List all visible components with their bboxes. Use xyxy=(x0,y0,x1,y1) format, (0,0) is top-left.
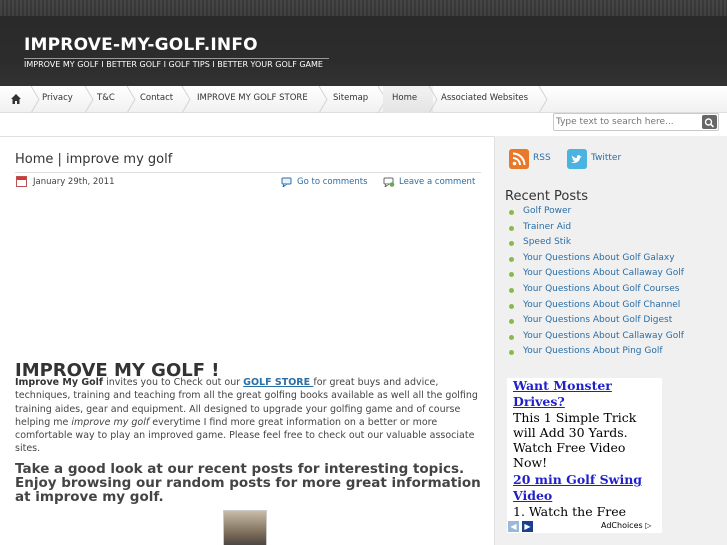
nav-item-sitemap[interactable]: Sitemap xyxy=(329,86,372,113)
ad-next-icon[interactable]: ▶ xyxy=(522,521,533,532)
main-nav: Privacy T&C Contact IMPROVE MY GOLF STOR… xyxy=(0,86,727,113)
recent-post-link[interactable]: Speed Stik xyxy=(509,237,684,253)
nav-item-golf-store[interactable]: IMPROVE MY GOLF STORE xyxy=(193,86,312,113)
recent-post-link[interactable]: Golf Power xyxy=(509,206,684,222)
nav-separator xyxy=(538,86,548,113)
search-icon xyxy=(704,118,715,128)
nav-item-contact[interactable]: Contact xyxy=(136,86,177,113)
site-title[interactable]: IMPROVE-MY-GOLF.INFO xyxy=(24,35,258,55)
nav-item-home[interactable]: Home xyxy=(383,86,433,113)
recent-post-link[interactable]: Your Questions About Golf Digest xyxy=(509,315,684,331)
ad-block: Want Monster Drives? This 1 Simple Trick… xyxy=(507,378,662,533)
twitter-icon[interactable] xyxy=(567,149,587,169)
nav-item-privacy[interactable]: Privacy xyxy=(38,86,77,113)
adchoices-label[interactable]: AdChoices ▷ xyxy=(601,521,651,530)
recent-post-link[interactable]: Trainer Aid xyxy=(509,222,684,238)
header-texture xyxy=(0,0,727,16)
site-tagline: IMPROVE MY GOLF I BETTER GOLF I GOLF TIP… xyxy=(24,58,329,69)
comments-icon xyxy=(281,177,292,187)
recent-post-link[interactable]: Your Questions About Callaway Golf xyxy=(509,268,684,284)
leave-comment-icon xyxy=(383,177,395,187)
recent-posts-title: Recent Posts xyxy=(505,189,589,204)
divider xyxy=(15,172,481,173)
ad-text: This 1 Simple Trick will Add 30 Yards. W… xyxy=(513,410,637,470)
intro-italic: improve my golf xyxy=(71,416,150,428)
golf-store-link[interactable]: GOLF STORE xyxy=(243,377,313,388)
adchoices-text: AdChoices xyxy=(601,521,643,530)
recent-posts-list: Golf Power Trainer Aid Speed Stik Your Q… xyxy=(509,206,684,362)
nav-separator xyxy=(181,86,191,113)
post-body: Improve My Golf invites you to Check out… xyxy=(15,376,481,456)
site-header: IMPROVE-MY-GOLF.INFO IMPROVE MY GOLF I B… xyxy=(0,0,727,88)
rss-link[interactable]: RSS xyxy=(533,153,551,163)
intro-bold: Improve My Golf xyxy=(15,377,104,388)
leave-comment-link[interactable]: Leave a comment xyxy=(399,177,475,187)
post-date: January 29th, 2011 xyxy=(33,177,115,187)
recent-post-link[interactable]: Your Questions About Golf Channel xyxy=(509,300,684,316)
ad-link[interactable]: 20 min Golf Swing Video xyxy=(513,472,661,504)
nav-item-associated-websites[interactable]: Associated Websites xyxy=(437,86,532,113)
twitter-link[interactable]: Twitter xyxy=(591,153,621,163)
nav-separator xyxy=(126,86,136,113)
recent-post-link[interactable]: Your Questions About Ping Golf xyxy=(509,346,684,362)
recent-post-link[interactable]: Your Questions About Callaway Golf xyxy=(509,331,684,347)
search-input[interactable] xyxy=(556,115,698,129)
post-title[interactable]: Home | improve my golf xyxy=(15,152,172,167)
nav-item-tandc[interactable]: T&C xyxy=(93,86,119,113)
post-subheading: Take a good look at our recent posts for… xyxy=(15,461,481,505)
ad-link[interactable]: Want Monster Drives? xyxy=(513,378,661,410)
recent-post-link[interactable]: Your Questions About Golf Galaxy xyxy=(509,253,684,269)
nav-separator xyxy=(318,86,328,113)
calendar-icon xyxy=(16,176,27,187)
home-icon[interactable] xyxy=(10,93,22,105)
search-button[interactable] xyxy=(702,115,717,129)
rss-icon[interactable] xyxy=(509,149,529,169)
author-photo xyxy=(223,510,267,545)
go-to-comments-link[interactable]: Go to comments xyxy=(297,177,368,187)
ad-prev-icon[interactable]: ◀ xyxy=(508,521,519,532)
adchoices-icon: ▷ xyxy=(645,521,652,530)
search-box xyxy=(553,113,719,131)
intro-text-1: invites you to Check out our xyxy=(103,377,244,388)
recent-post-link[interactable]: Your Questions About Golf Courses xyxy=(509,284,684,300)
ad-content: Want Monster Drives? This 1 Simple Trick… xyxy=(513,378,661,533)
